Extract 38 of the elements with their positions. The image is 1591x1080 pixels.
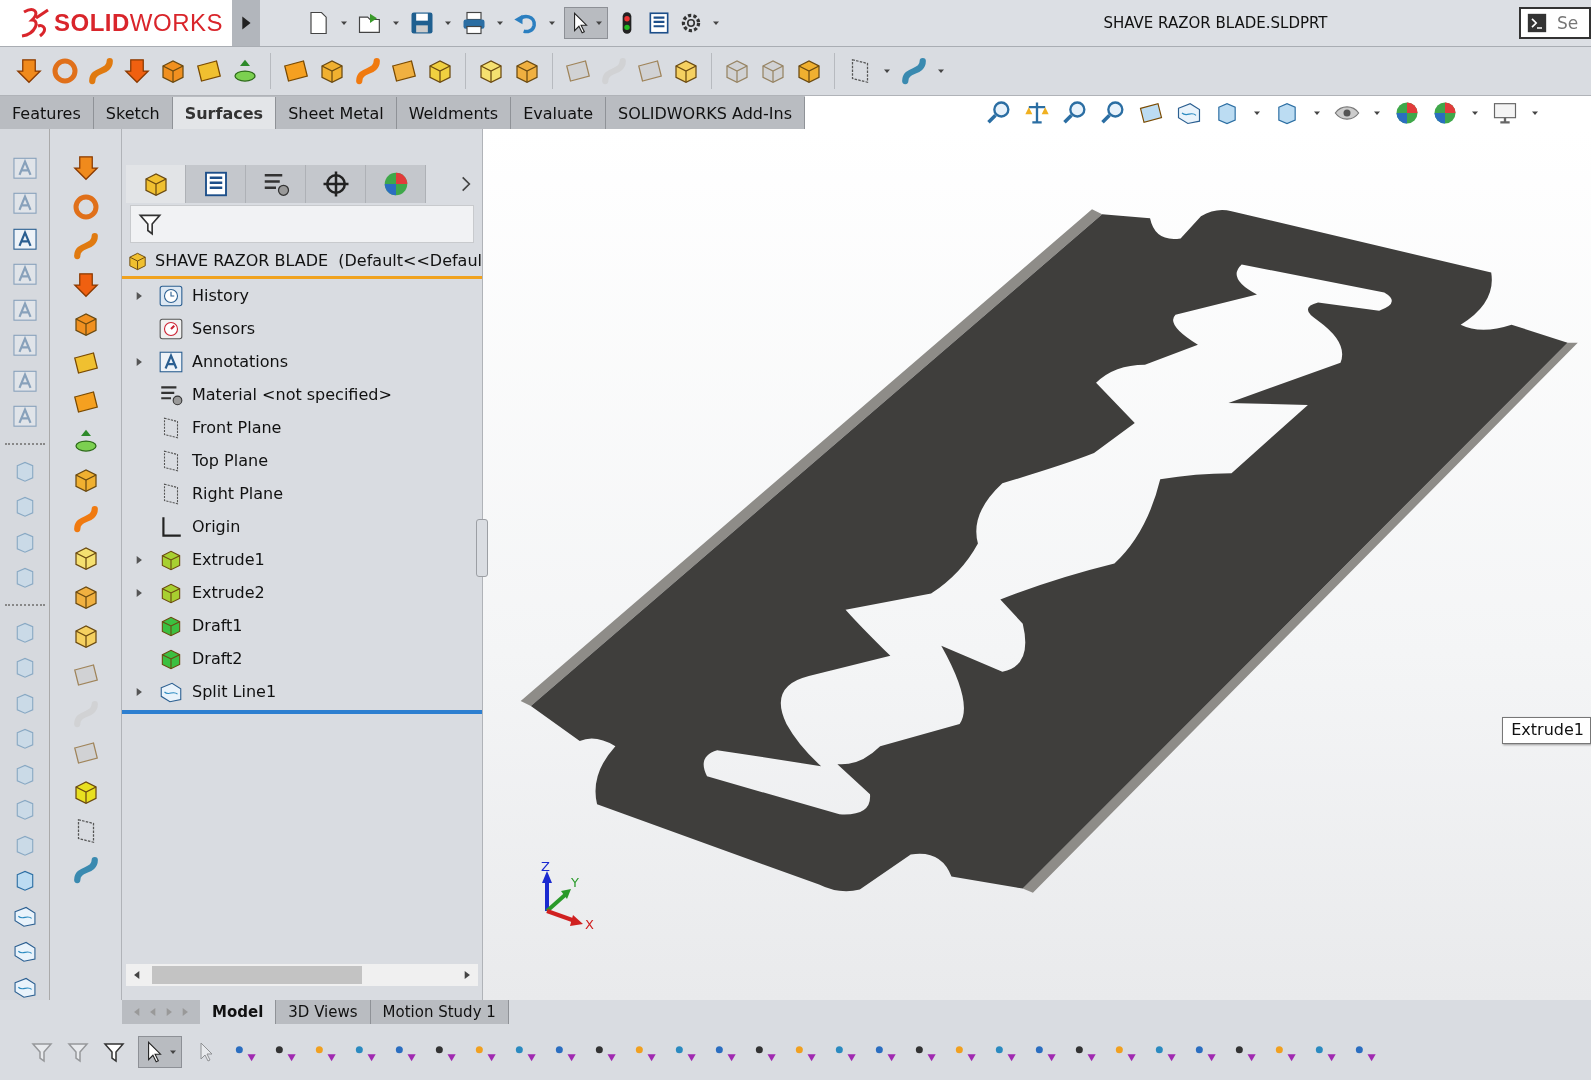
tree-item[interactable]: Draft1	[192, 616, 243, 635]
scrollbar[interactable]	[126, 964, 478, 986]
terminal-icon	[1527, 12, 1547, 34]
tree-item[interactable]: Split Line1	[192, 682, 277, 701]
tree-item[interactable]: Extrude1	[192, 550, 265, 569]
document-title: SHAVE RAZOR BLADE.SLDPRT	[1102, 14, 1329, 32]
search-input[interactable]: Se	[1555, 12, 1589, 34]
axis-label: Z	[541, 859, 550, 874]
bottom-tab[interactable]: Model	[200, 1000, 277, 1024]
curve-icon[interactable]	[899, 56, 929, 86]
tree-item[interactable]: Origin	[192, 517, 241, 536]
tree-item[interactable]: Material <not specified>	[192, 385, 392, 404]
tree-item[interactable]: Annotations	[192, 352, 289, 371]
select-button[interactable]	[138, 1036, 182, 1068]
tree-item[interactable]: Extrude2	[192, 583, 265, 602]
pane-collapse-handle[interactable]	[476, 519, 488, 577]
axis-label: Y	[571, 875, 579, 890]
tree-item[interactable]: Right Plane	[192, 484, 284, 503]
axis-label: X	[585, 917, 594, 932]
tree-item[interactable]: Sensors	[192, 319, 256, 338]
filter-icon[interactable]	[102, 1040, 126, 1064]
tooltip: Extrude1	[1502, 717, 1591, 744]
tree-item[interactable]: Top Plane	[192, 451, 268, 470]
arrow-icon[interactable]	[70, 270, 101, 300]
command-tab[interactable]: Surfaces	[172, 97, 277, 129]
search-field[interactable]: Se	[1519, 7, 1591, 39]
arrow-icon[interactable]	[122, 56, 152, 86]
tree-item[interactable]: History	[192, 286, 249, 305]
arrow-icon[interactable]	[14, 56, 44, 86]
arrow-icon[interactable]	[70, 153, 101, 183]
filter-field[interactable]	[130, 205, 474, 243]
tree-item[interactable]: Front Plane	[192, 418, 282, 437]
tree-root-label[interactable]: SHAVE RAZOR BLADE (Default<<Defaul	[155, 251, 482, 270]
logo-text: SOLIDWORKS	[54, 9, 223, 37]
select-button[interactable]	[564, 7, 608, 39]
tree-item[interactable]: Draft2	[192, 649, 243, 668]
axis-triad-icon	[542, 871, 583, 926]
brand-mark-icon	[20, 6, 50, 40]
